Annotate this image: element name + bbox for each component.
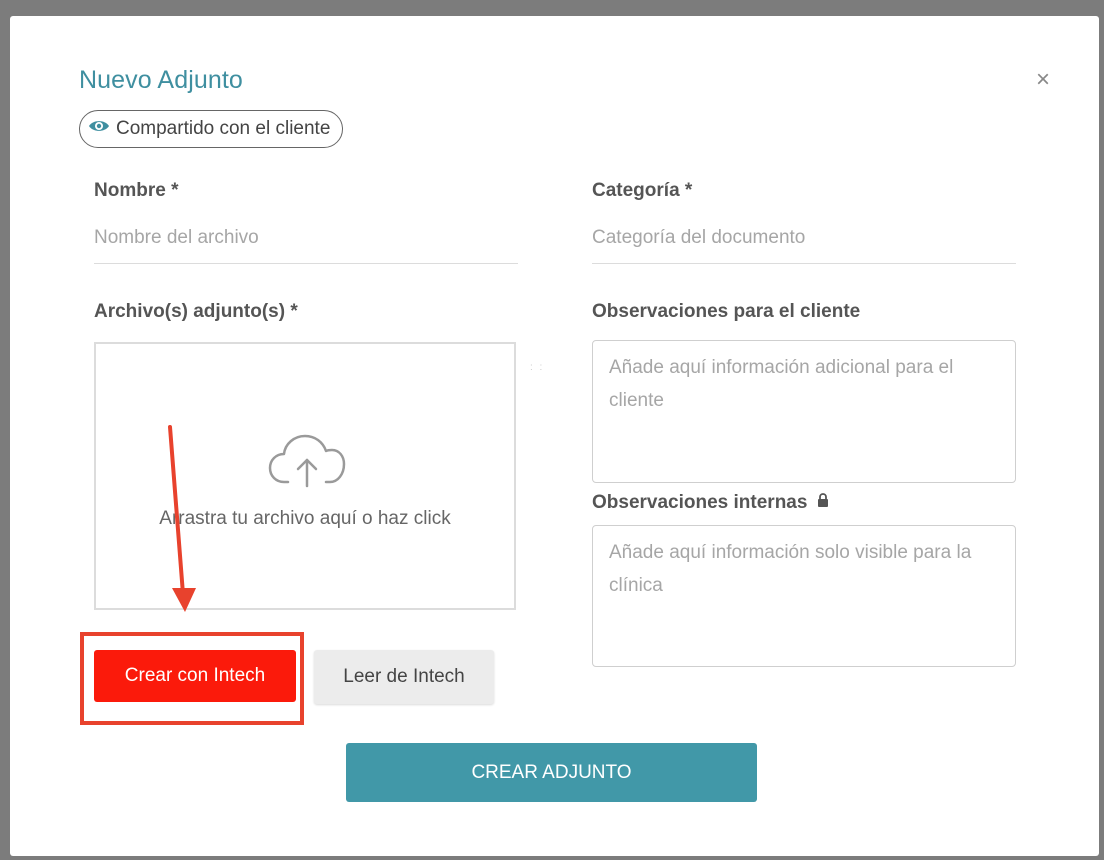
obs-internas-label: Observaciones internas: [592, 492, 808, 513]
obs-cliente-textarea[interactable]: [609, 351, 999, 472]
cloud-upload-icon: [268, 432, 346, 493]
categoria-label: Categoría *: [592, 180, 693, 201]
dropzone-text: Arrastra tu archivo aquí o haz click: [159, 508, 451, 529]
crear-adjunto-button[interactable]: CREAR ADJUNTO: [346, 743, 757, 802]
obs-internas-label-row: Observaciones internas: [592, 492, 829, 514]
shared-badge-label: Compartido con el cliente: [116, 118, 331, 139]
archivos-label: Archivo(s) adjunto(s) *: [94, 301, 298, 322]
resize-handle: : :: [530, 362, 545, 373]
nombre-label: Nombre *: [94, 180, 179, 201]
close-icon[interactable]: ×: [1036, 68, 1050, 92]
dialog-title: Nuevo Adjunto: [79, 66, 243, 94]
nombre-input[interactable]: [94, 227, 518, 249]
obs-internas-textarea[interactable]: [609, 536, 999, 656]
file-dropzone[interactable]: Arrastra tu archivo aquí o haz click: [94, 342, 516, 610]
obs-cliente-label: Observaciones para el cliente: [592, 301, 861, 322]
leer-de-intech-button[interactable]: Leer de Intech: [314, 650, 494, 704]
nombre-field-wrapper: [94, 215, 518, 264]
eye-icon: [88, 118, 110, 140]
obs-internas-wrapper: [592, 525, 1016, 667]
attachment-modal: Nuevo Adjunto × Compartido con el client…: [10, 16, 1099, 856]
crear-con-intech-button[interactable]: Crear con Intech: [94, 650, 296, 702]
shared-with-client-badge[interactable]: Compartido con el cliente: [79, 110, 344, 148]
obs-cliente-wrapper: [592, 340, 1016, 483]
categoria-input[interactable]: [592, 227, 1016, 249]
lock-icon: [817, 492, 829, 514]
categoria-field-wrapper: [592, 215, 1016, 264]
